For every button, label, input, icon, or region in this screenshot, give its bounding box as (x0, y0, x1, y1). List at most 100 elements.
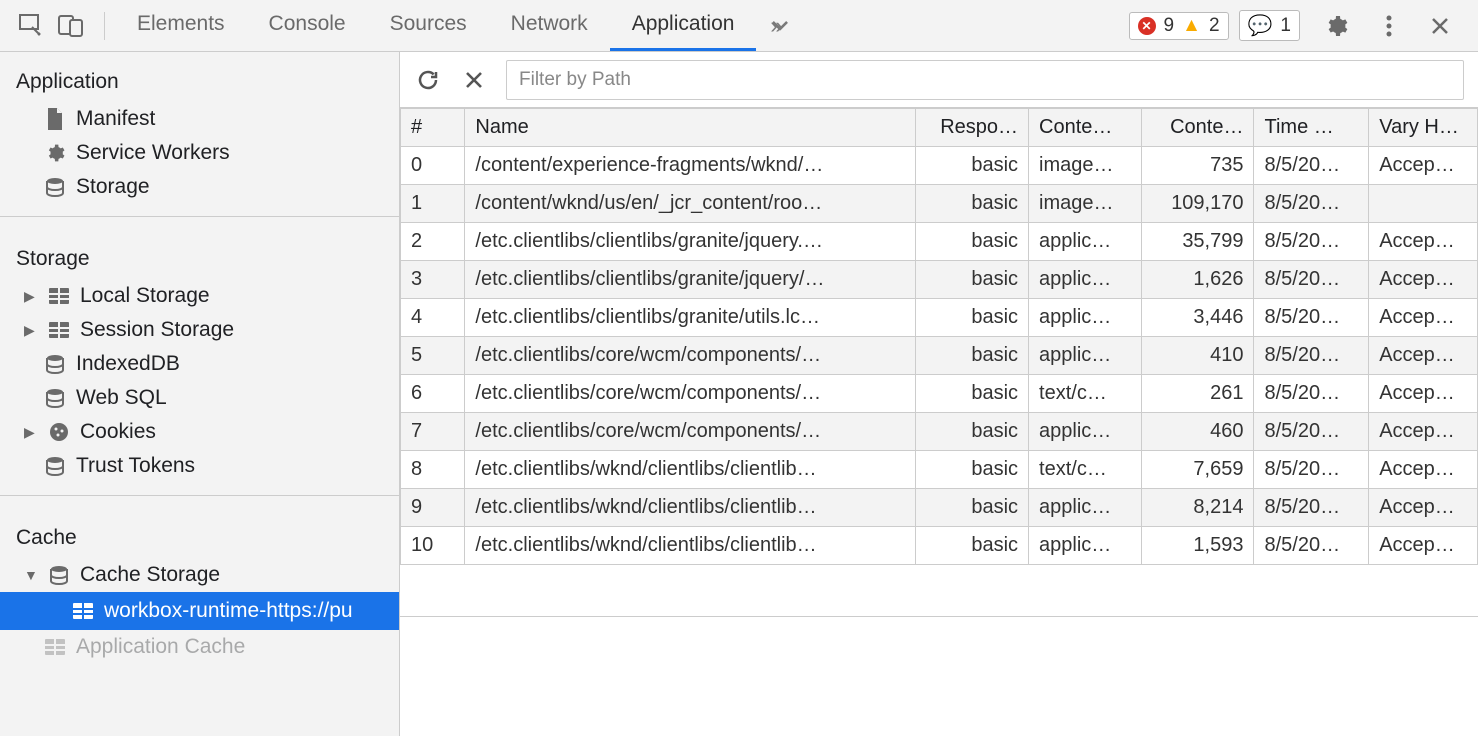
cell-index: 7 (401, 413, 465, 451)
tab-elements[interactable]: Elements (115, 0, 247, 51)
sidebar-item-session-storage[interactable]: ▶ Session Storage (0, 313, 399, 347)
cell-time: 8/5/20… (1254, 223, 1369, 261)
table-row[interactable]: 0/content/experience-fragments/wknd/…bas… (401, 147, 1478, 185)
cell-vary: Accep… (1369, 223, 1478, 261)
table-row[interactable]: 1/content/wknd/us/en/_jcr_content/roo…ba… (401, 185, 1478, 223)
cell-vary: Accep… (1369, 261, 1478, 299)
cell-name: /etc.clientlibs/wknd/clientlibs/clientli… (465, 451, 916, 489)
sidebar-item-storage-overview[interactable]: Storage (0, 170, 399, 204)
table-row[interactable]: 8/etc.clientlibs/wknd/clientlibs/clientl… (401, 451, 1478, 489)
database-icon (44, 388, 66, 408)
cell-response: basic (916, 413, 1029, 451)
expand-icon[interactable]: ▶ (24, 288, 38, 305)
sidebar-item-workbox-cache[interactable]: workbox-runtime-https://pu (0, 592, 399, 630)
sidebar-label: workbox-runtime-https://pu (104, 599, 353, 623)
col-content-length[interactable]: Conte… (1141, 109, 1254, 147)
sidebar-item-indexeddb[interactable]: IndexedDB (0, 347, 399, 381)
expand-icon[interactable]: ▶ (24, 322, 38, 339)
col-response[interactable]: Respo… (916, 109, 1029, 147)
sidebar-label: IndexedDB (76, 352, 180, 376)
cell-vary: Accep… (1369, 299, 1478, 337)
cell-content-type: applic… (1029, 223, 1142, 261)
cell-index: 5 (401, 337, 465, 375)
col-time[interactable]: Time … (1254, 109, 1369, 147)
sidebar-item-local-storage[interactable]: ▶ Local Storage (0, 279, 399, 313)
cell-content-length: 8,214 (1141, 489, 1254, 527)
cell-content-type: image… (1029, 185, 1142, 223)
cell-vary: Accep… (1369, 413, 1478, 451)
col-name[interactable]: Name (465, 109, 916, 147)
filter-input[interactable] (506, 60, 1464, 100)
device-icon[interactable] (58, 13, 84, 39)
sidebar-label: Application Cache (76, 635, 245, 659)
cell-content-length: 735 (1141, 147, 1254, 185)
sidebar-item-manifest[interactable]: Manifest (0, 102, 399, 136)
cell-content-length: 460 (1141, 413, 1254, 451)
cell-response: basic (916, 223, 1029, 261)
sidebar-item-service-workers[interactable]: Service Workers (0, 136, 399, 170)
clear-button[interactable] (460, 66, 488, 94)
tab-sources[interactable]: Sources (368, 0, 489, 51)
sidebar-item-cookies[interactable]: ▶ Cookies (0, 415, 399, 449)
cell-index: 1 (401, 185, 465, 223)
close-devtools-icon[interactable] (1416, 16, 1464, 36)
table-row[interactable]: 9/etc.clientlibs/wknd/clientlibs/clientl… (401, 489, 1478, 527)
messages-badge[interactable]: 💬 1 (1239, 10, 1300, 41)
col-content-type[interactable]: Conte… (1029, 109, 1142, 147)
sidebar-label: Web SQL (76, 386, 167, 410)
cell-name: /etc.clientlibs/clientlibs/granite/jquer… (465, 261, 916, 299)
settings-icon[interactable] (1310, 14, 1362, 38)
col-vary[interactable]: Vary H… (1369, 109, 1478, 147)
cell-index: 10 (401, 527, 465, 565)
database-icon (44, 177, 66, 197)
table-row[interactable]: 10/etc.clientlibs/wknd/clientlibs/client… (401, 527, 1478, 565)
cell-index: 6 (401, 375, 465, 413)
database-icon (44, 354, 66, 374)
cell-vary: Accep… (1369, 147, 1478, 185)
tabs-overflow-icon[interactable]: » (756, 0, 796, 51)
sidebar-item-application-cache[interactable]: Application Cache (0, 630, 399, 664)
refresh-button[interactable] (414, 66, 442, 94)
more-icon[interactable] (1372, 14, 1406, 38)
sidebar-label: Local Storage (80, 284, 210, 308)
table-row[interactable]: 2/etc.clientlibs/clientlibs/granite/jque… (401, 223, 1478, 261)
error-warning-badge[interactable]: ✕ 9 ▲ 2 (1129, 12, 1229, 40)
cell-content-length: 410 (1141, 337, 1254, 375)
tab-network[interactable]: Network (489, 0, 610, 51)
expand-icon[interactable]: ▶ (24, 424, 38, 441)
table-row[interactable]: 5/etc.clientlibs/core/wcm/components/…ba… (401, 337, 1478, 375)
sidebar-label: Session Storage (80, 318, 234, 342)
cache-toolbar (400, 52, 1478, 108)
cell-content-type: text/c… (1029, 451, 1142, 489)
divider (104, 12, 105, 40)
cell-response: basic (916, 451, 1029, 489)
cell-name: /etc.clientlibs/core/wcm/components/… (465, 413, 916, 451)
cell-content-type: applic… (1029, 489, 1142, 527)
cell-content-type: applic… (1029, 261, 1142, 299)
warning-icon: ▲ (1182, 15, 1201, 37)
cell-vary: Accep… (1369, 337, 1478, 375)
collapse-icon[interactable]: ▼ (24, 567, 38, 583)
table-row[interactable]: 4/etc.clientlibs/clientlibs/granite/util… (401, 299, 1478, 337)
table-row[interactable]: 6/etc.clientlibs/core/wcm/components/…ba… (401, 375, 1478, 413)
tab-application[interactable]: Application (610, 0, 757, 51)
sidebar-item-websql[interactable]: Web SQL (0, 381, 399, 415)
sidebar-item-cache-storage[interactable]: ▼ Cache Storage (0, 558, 399, 592)
error-count: 9 (1164, 15, 1175, 37)
cache-entries-table: # Name Respo… Conte… Conte… Time … Vary … (400, 108, 1478, 565)
cell-name: /etc.clientlibs/clientlibs/granite/jquer… (465, 223, 916, 261)
database-icon (48, 565, 70, 585)
cell-time: 8/5/20… (1254, 375, 1369, 413)
col-index[interactable]: # (401, 109, 465, 147)
cell-index: 2 (401, 223, 465, 261)
cell-response: basic (916, 299, 1029, 337)
message-icon: 💬 (1248, 13, 1273, 38)
tab-console[interactable]: Console (247, 0, 368, 51)
cell-time: 8/5/20… (1254, 147, 1369, 185)
preview-pane-empty (400, 616, 1478, 736)
sidebar-item-trust-tokens[interactable]: Trust Tokens (0, 449, 399, 483)
inspect-icon[interactable] (18, 13, 44, 39)
table-row[interactable]: 3/etc.clientlibs/clientlibs/granite/jque… (401, 261, 1478, 299)
table-row[interactable]: 7/etc.clientlibs/core/wcm/components/…ba… (401, 413, 1478, 451)
cell-response: basic (916, 489, 1029, 527)
